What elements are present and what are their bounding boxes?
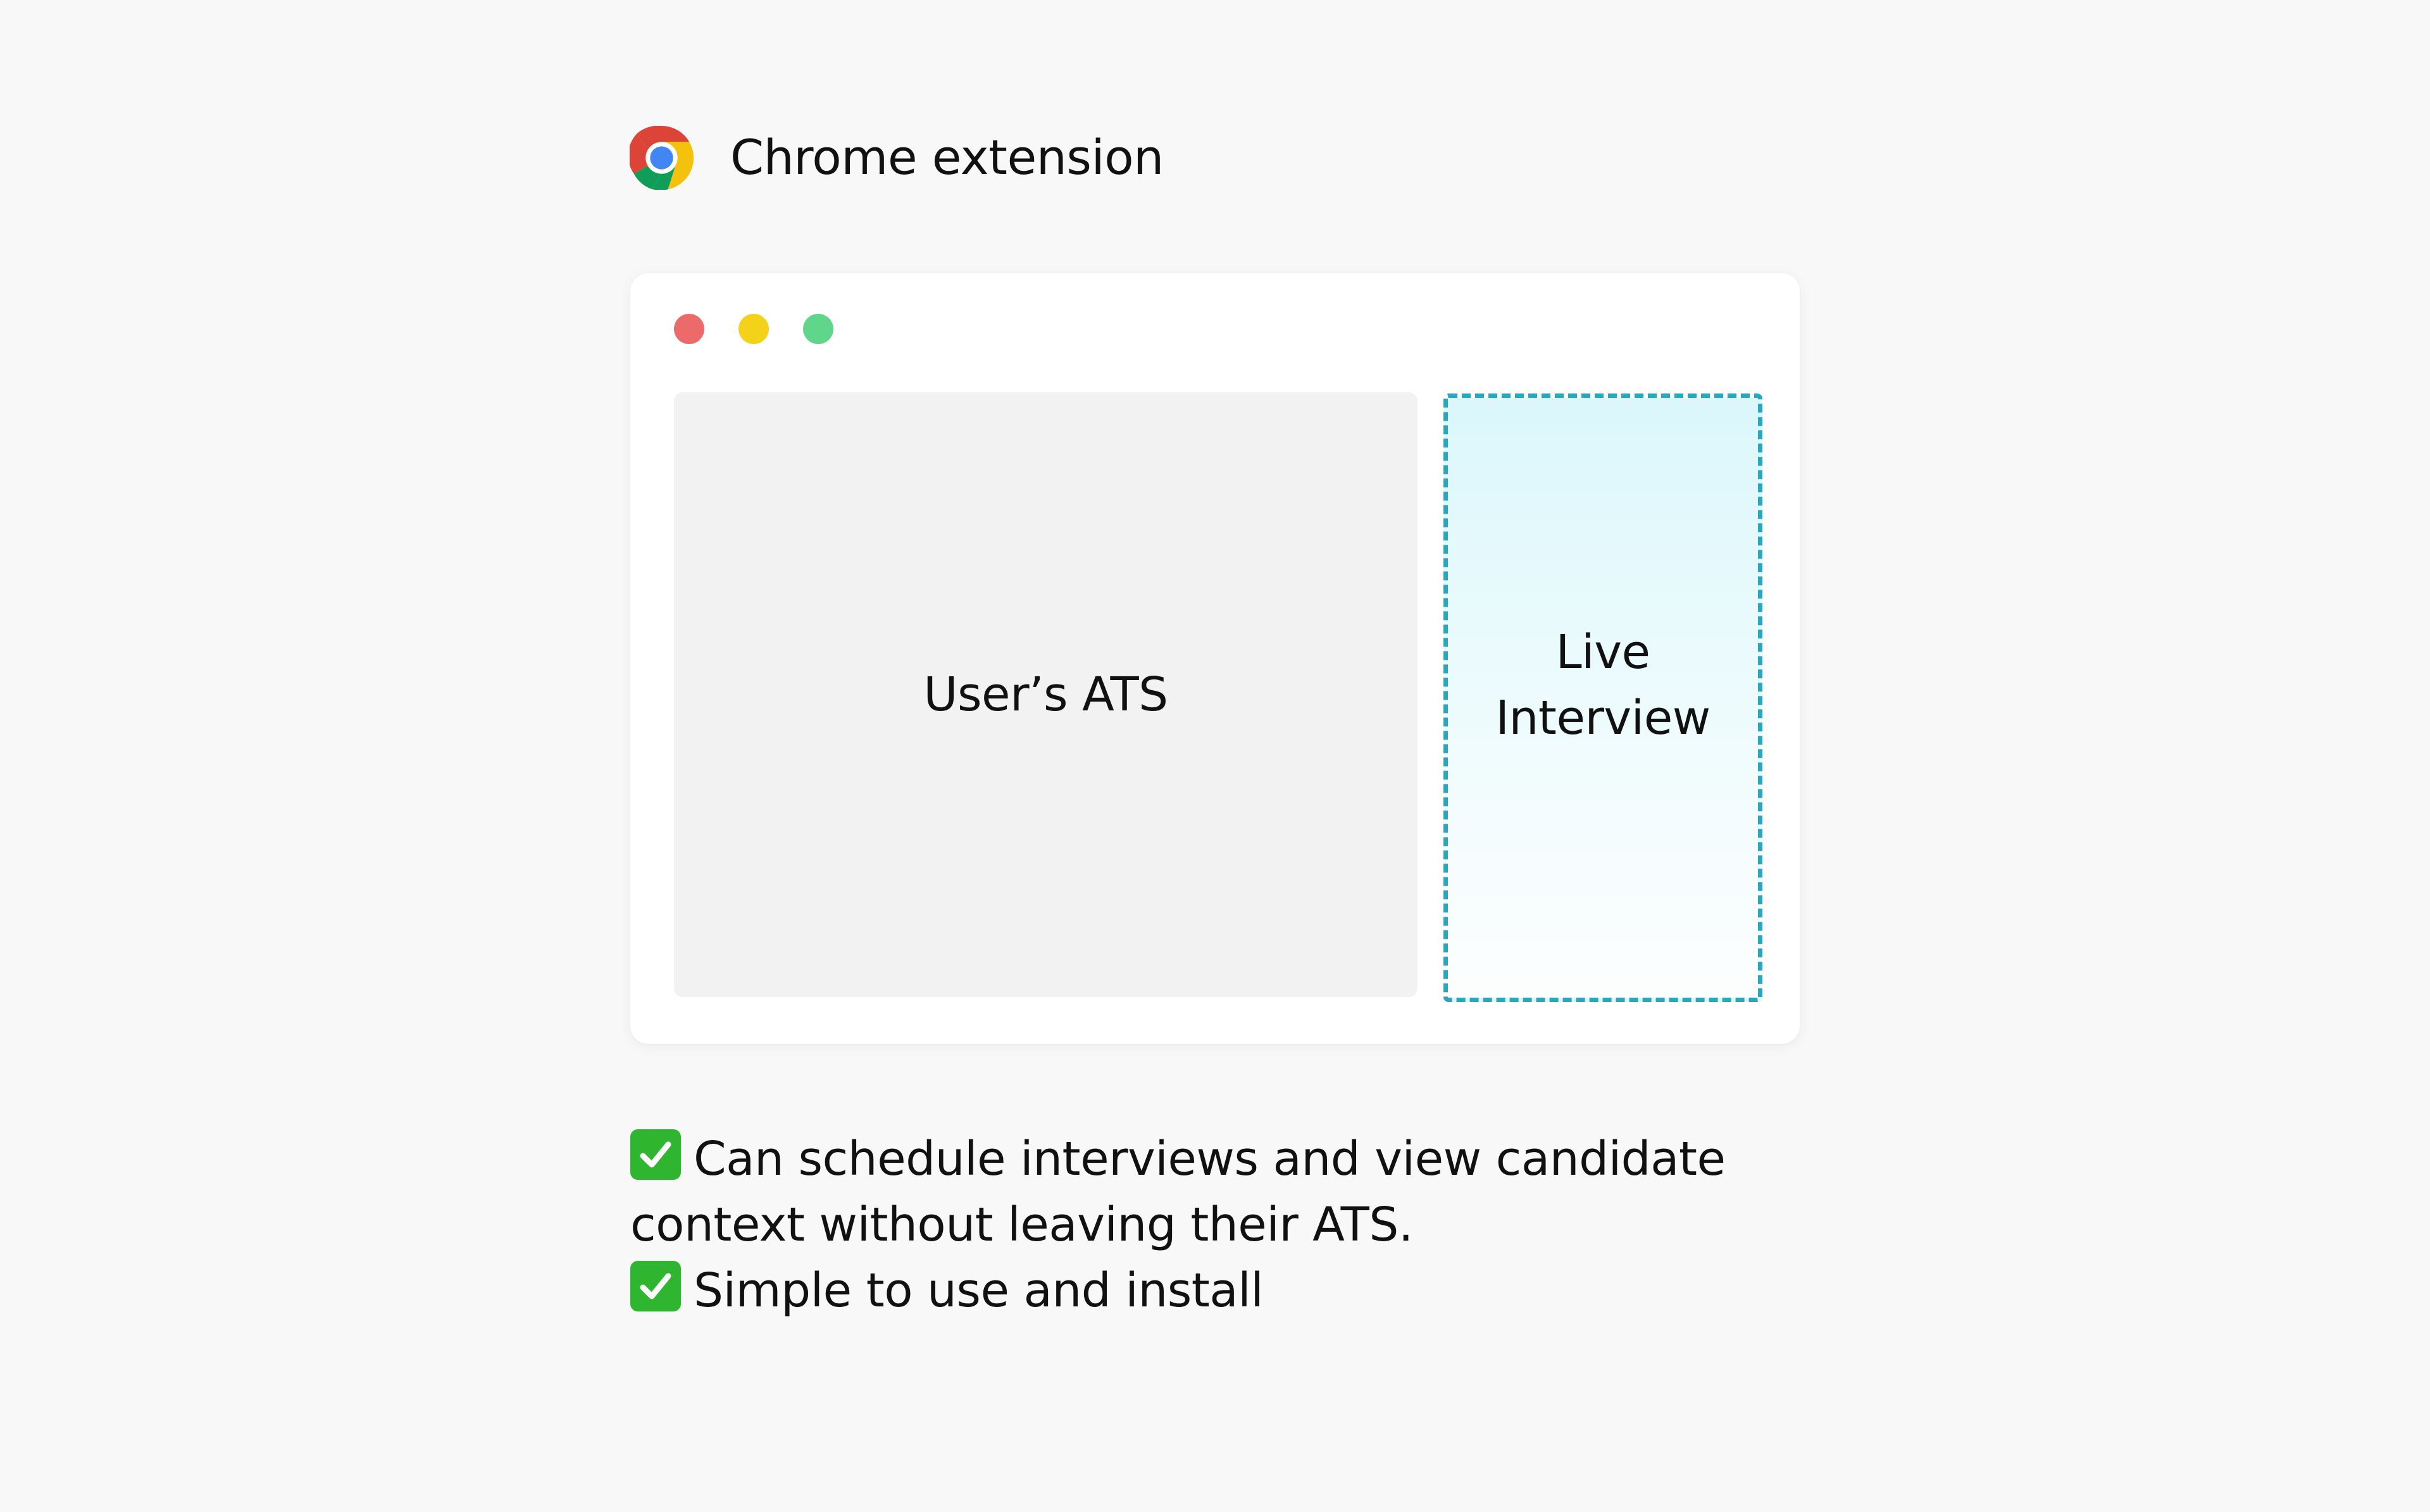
close-dot-icon [674,314,704,344]
feature-item: Can schedule interviews and view candida… [630,1126,1800,1258]
live-interview-panel: Live Interview [1443,393,1762,1002]
chrome-logo-icon [630,125,694,190]
minimize-dot-icon [738,314,769,344]
header: Chrome extension [630,125,1164,190]
feature-text: Can schedule interviews and view candida… [630,1132,1726,1252]
ats-panel: User’s ATS [674,392,1418,997]
live-interview-label: Live Interview [1495,625,1710,745]
check-mark-icon [630,1129,681,1180]
feature-item: Simple to use and install [630,1258,1800,1323]
feature-list: Can schedule interviews and view candida… [630,1126,1800,1323]
browser-window: User’s ATS Live Interview [630,273,1800,1044]
ats-panel-label: User’s ATS [923,667,1168,722]
maximize-dot-icon [803,314,833,344]
page-title: Chrome extension [730,129,1164,185]
feature-text: Simple to use and install [694,1263,1264,1318]
check-mark-icon [630,1261,681,1311]
